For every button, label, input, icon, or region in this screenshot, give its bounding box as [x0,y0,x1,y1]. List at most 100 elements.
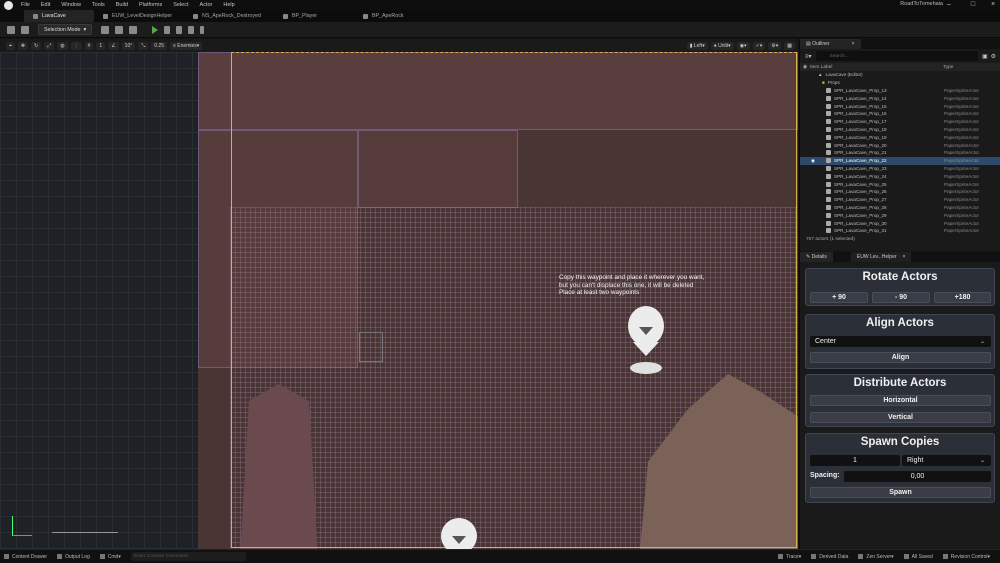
outliner-row[interactable]: SPR_LavaCave_Prop_30 PaperSpriteActor [800,219,1000,227]
angle-snap-icon[interactable]: ∠ [108,41,119,50]
close-tab-icon[interactable]: × [903,254,906,260]
visibility-toggle-icon[interactable]: ◉ [800,158,826,164]
tab-lavacave[interactable]: LavaCave [24,10,94,22]
lighting-dropdown[interactable]: ● Unlit ▾ [710,41,734,50]
level-viewport[interactable]: Copy this waypoint and place it wherever… [0,52,798,549]
outliner-row[interactable]: SPR_LavaCave_Prop_18 PaperSpriteActor [800,126,1000,134]
play-icon[interactable] [152,25,159,34]
outliner-row[interactable]: SPR_LavaCave_Prop_28 PaperSpriteActor [800,204,1000,212]
outliner-row[interactable]: SPR_LavaCave_Prop_23 PaperSpriteActor [800,165,1000,173]
add-actor-icon[interactable] [101,25,110,34]
rotate-plus-180-button[interactable]: +180 [934,292,991,303]
output-log-button[interactable]: Output Log [57,554,90,560]
close-icon[interactable]: × [986,0,1000,10]
outliner-row[interactable]: SPR_LavaCave_Prop_19 PaperSpriteActor [800,133,1000,141]
menu-edit[interactable]: Edit [41,2,50,8]
outliner-row[interactable]: SPR_LavaCave_Prop_24 PaperSpriteActor [800,172,1000,180]
outliner-row[interactable]: SPR_LavaCave_Prop_16 PaperSpriteActor [800,110,1000,118]
details-tab[interactable]: ✎ Details [800,252,833,262]
show-flags-icon[interactable]: ◉▾ [736,41,750,50]
distribute-horizontal-button[interactable]: Horizontal [810,395,991,406]
outliner-row[interactable]: SPR_LavaCave_Prop_31 PaperSpriteActor [800,227,1000,235]
outliner-row[interactable]: SPR_LavaCave_Prop_14 PaperSpriteActor [800,94,1000,102]
trace-button[interactable]: Trace ▾ [778,554,801,560]
menu-actor[interactable]: Actor [200,2,213,8]
spacing-field[interactable]: 0,00 [844,471,991,482]
add-folder-icon[interactable]: ▣ [982,53,988,60]
transform-toggle-icon[interactable]: ✓▾ [752,41,766,50]
settings-icon[interactable]: ⚙▾ [768,41,782,50]
selection-mode-dropdown[interactable]: Selection Mode ▾ [38,24,93,35]
grid-snap-value[interactable]: 1 [96,41,106,50]
blueprints-icon[interactable] [115,25,124,34]
eject-icon[interactable] [188,25,195,34]
outliner-row[interactable]: SPR_LavaCave_Prop_29 PaperSpriteActor [800,211,1000,219]
stop-icon[interactable] [176,25,183,34]
derived-data-button[interactable]: Derived Data [811,554,848,560]
world-local-icon[interactable]: ◍ [57,41,68,50]
outliner-root[interactable]: ▲ LavaCave (Editor) [800,71,1000,79]
distribute-vertical-button[interactable]: Vertical [810,412,991,423]
unreal-logo-icon[interactable] [4,0,13,10]
rotate-minus-90-button[interactable]: - 90 [872,292,930,303]
outliner-row[interactable]: SPR_LavaCave_Prop_13 PaperSpriteActor [800,87,1000,95]
play-options-icon[interactable] [200,25,205,34]
view-mode-dropdown[interactable]: ▮ Left ▾ [686,41,708,50]
outliner-settings-icon[interactable]: ⚙ [991,53,996,60]
outliner-search-input[interactable]: Search... [815,51,978,61]
menu-select[interactable]: Select [173,2,188,8]
grid-snap-icon[interactable]: # [84,41,94,50]
spawn-direction-dropdown[interactable]: Right [902,455,991,466]
outliner-row[interactable]: ◉ SPR_LavaCave_Prop_22 PaperSpriteActor [800,156,1000,165]
menu-file[interactable]: File [21,2,30,8]
select-tool-icon[interactable]: ⌖ [6,41,15,50]
scale-snap-icon[interactable]: ⤡ [138,41,149,50]
scale-tool-icon[interactable]: ⤢ [44,41,55,50]
align-mode-dropdown[interactable]: Center [810,336,991,347]
outliner-row[interactable]: SPR_LavaCave_Prop_25 PaperSpriteActor [800,180,1000,188]
scale-snap-value[interactable]: 0.25 [151,41,167,50]
revision-control-button[interactable]: Revision Control ▾ [942,554,990,560]
content-drawer-button[interactable]: Content Drawer [4,554,47,560]
outliner-row[interactable]: SPR_LavaCave_Prop_20 PaperSpriteActor [800,141,1000,149]
all-saved-button[interactable]: All Saved [903,554,933,560]
close-tab-icon[interactable]: × [852,41,855,47]
outliner-row[interactable]: SPR_LavaCave_Prop_17 PaperSpriteActor [800,118,1000,126]
menu-platforms[interactable]: Platforms [139,2,162,8]
outliner-row[interactable]: SPR_LavaCave_Prop_27 PaperSpriteActor [800,196,1000,204]
save-icon[interactable] [7,25,15,34]
move-tool-icon[interactable]: ✥ [17,41,29,50]
align-button[interactable]: Align [810,352,991,363]
outliner-folder[interactable]: ■ Props [800,79,1000,87]
menu-build[interactable]: Build [116,2,128,8]
rotate-plus-90-button[interactable]: + 90 [810,292,868,303]
col-type[interactable]: Type [943,65,953,70]
outliner-row[interactable]: SPR_LavaCave_Prop_26 PaperSpriteActor [800,188,1000,196]
filter-icon[interactable]: ≡▾ [805,53,812,60]
outliner-row[interactable]: SPR_LavaCave_Prop_21 PaperSpriteActor [800,149,1000,157]
layer-dropdown[interactable]: ≡ Enemies ▾ [169,41,203,50]
surface-snap-icon[interactable]: ⋮ [70,41,82,50]
outliner-tab[interactable]: ▤ Outliner × [800,39,861,49]
spawn-count-field[interactable]: 1 [810,455,900,466]
spawn-button[interactable]: Spawn [810,487,991,498]
menu-tools[interactable]: Tools [92,2,105,8]
tab-euw-leveldesignhelper[interactable]: EUW_LevelDesignHelper [94,10,184,22]
maximize-icon[interactable]: □ [966,0,980,10]
menu-window[interactable]: Window [61,2,81,8]
tab-ns-aperock-destroyed[interactable]: NS_ApeRock_Destroyed [184,10,274,22]
helper-tab[interactable]: EUW Lev...Helper × [850,252,912,262]
step-icon[interactable] [164,25,171,34]
minimize-icon[interactable]: – [942,0,956,10]
col-item-label[interactable]: Item Label [810,65,943,70]
content-browser-icon[interactable] [21,25,29,34]
layout-icon[interactable]: ▦ [784,41,795,50]
angle-snap-value[interactable]: 10° [121,41,136,50]
cmd-dropdown[interactable]: Cmd ▾ [99,554,121,560]
zen-server-button[interactable]: Zen Server ▾ [858,554,894,560]
rotate-tool-icon[interactable]: ↻ [31,41,42,50]
tab-bp-player[interactable]: BP_Player [274,10,354,22]
menu-help[interactable]: Help [223,2,234,8]
outliner-row[interactable]: SPR_LavaCave_Prop_15 PaperSpriteActor [800,102,1000,110]
tab-bp-aperock[interactable]: BP_ApeRock [354,10,434,22]
